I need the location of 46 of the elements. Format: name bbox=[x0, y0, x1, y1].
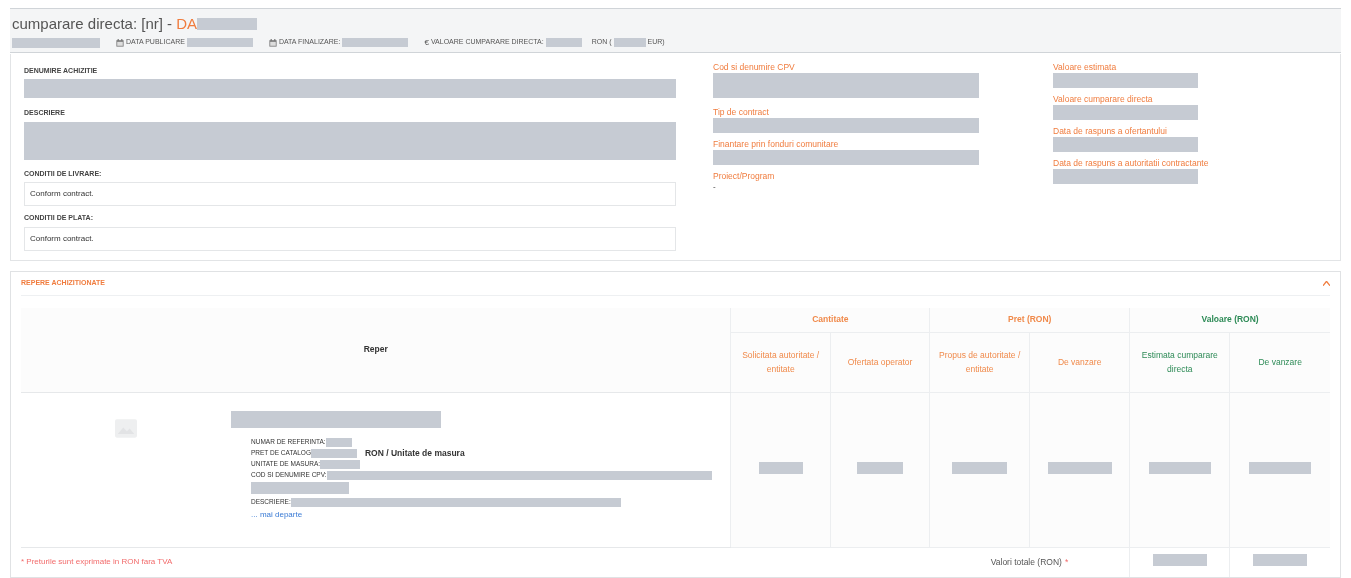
column-header: De vanzare bbox=[1229, 332, 1330, 392]
group-header: Valoare (RON) bbox=[1129, 308, 1330, 332]
field-label: Finantare prin fonduri comunitare bbox=[713, 138, 840, 150]
redaction-bar bbox=[342, 38, 409, 47]
price-unit-text: RON / Unitate de masura bbox=[364, 446, 465, 460]
redaction-bar bbox=[613, 38, 646, 47]
column-header: Estimata cumparare directa bbox=[1129, 332, 1230, 392]
redaction-bar bbox=[758, 461, 803, 474]
readonly-field: Conform contract. bbox=[24, 226, 676, 251]
redaction-bar bbox=[1253, 554, 1308, 567]
page-title: cumparare directa: [nr] - bbox=[12, 14, 174, 34]
redaction-bar bbox=[186, 38, 253, 47]
column-header: Reper bbox=[21, 308, 731, 392]
redaction-bar bbox=[1047, 461, 1112, 474]
field-label: Cod si denumire CPV bbox=[713, 61, 796, 73]
column-header: Ofertata operator bbox=[830, 332, 930, 392]
redaction-bar bbox=[197, 18, 258, 31]
calendar-icon bbox=[116, 38, 124, 47]
field-label: Valoare cumparare directa bbox=[1053, 93, 1154, 105]
field-label: Valoare estimata bbox=[1053, 61, 1118, 73]
field-value: - bbox=[713, 181, 717, 192]
field-label: Proiect/Program bbox=[713, 170, 776, 182]
redaction-bar bbox=[1148, 461, 1211, 474]
column-header: De vanzare bbox=[1029, 332, 1130, 392]
procurement-code: DA bbox=[176, 14, 198, 34]
group-header: Cantitate bbox=[730, 308, 930, 332]
redaction-bar bbox=[1152, 554, 1207, 567]
image-placeholder-icon bbox=[115, 418, 137, 438]
required-mark: * bbox=[1064, 556, 1069, 567]
footnote-text: * Preturile sunt exprimate in RON fara TVA bbox=[21, 557, 173, 567]
read-more-link[interactable]: ... mai departe bbox=[251, 508, 303, 521]
euro-icon: € bbox=[424, 36, 429, 49]
redaction-bar bbox=[1249, 461, 1312, 474]
field-label: Tip de contract bbox=[713, 106, 770, 118]
group-header: Pret (RON) bbox=[929, 308, 1130, 332]
column-header: Solicitata autoritate / entitate bbox=[730, 332, 831, 392]
field-label: Data de raspuns a autoritatii contractante bbox=[1053, 157, 1210, 169]
field-label: Data de raspuns a ofertantului bbox=[1053, 125, 1168, 137]
caret-icon[interactable] bbox=[1323, 281, 1330, 286]
readonly-field: Conform contract. bbox=[24, 182, 676, 206]
totals-label: Valori totale (RON) bbox=[990, 556, 1062, 567]
calendar-icon bbox=[268, 38, 277, 47]
redaction-bar bbox=[952, 461, 1008, 474]
redaction-bar bbox=[545, 38, 582, 47]
column-header: Propus de autoritate / entitate bbox=[929, 332, 1030, 392]
redaction-bar bbox=[857, 461, 904, 474]
